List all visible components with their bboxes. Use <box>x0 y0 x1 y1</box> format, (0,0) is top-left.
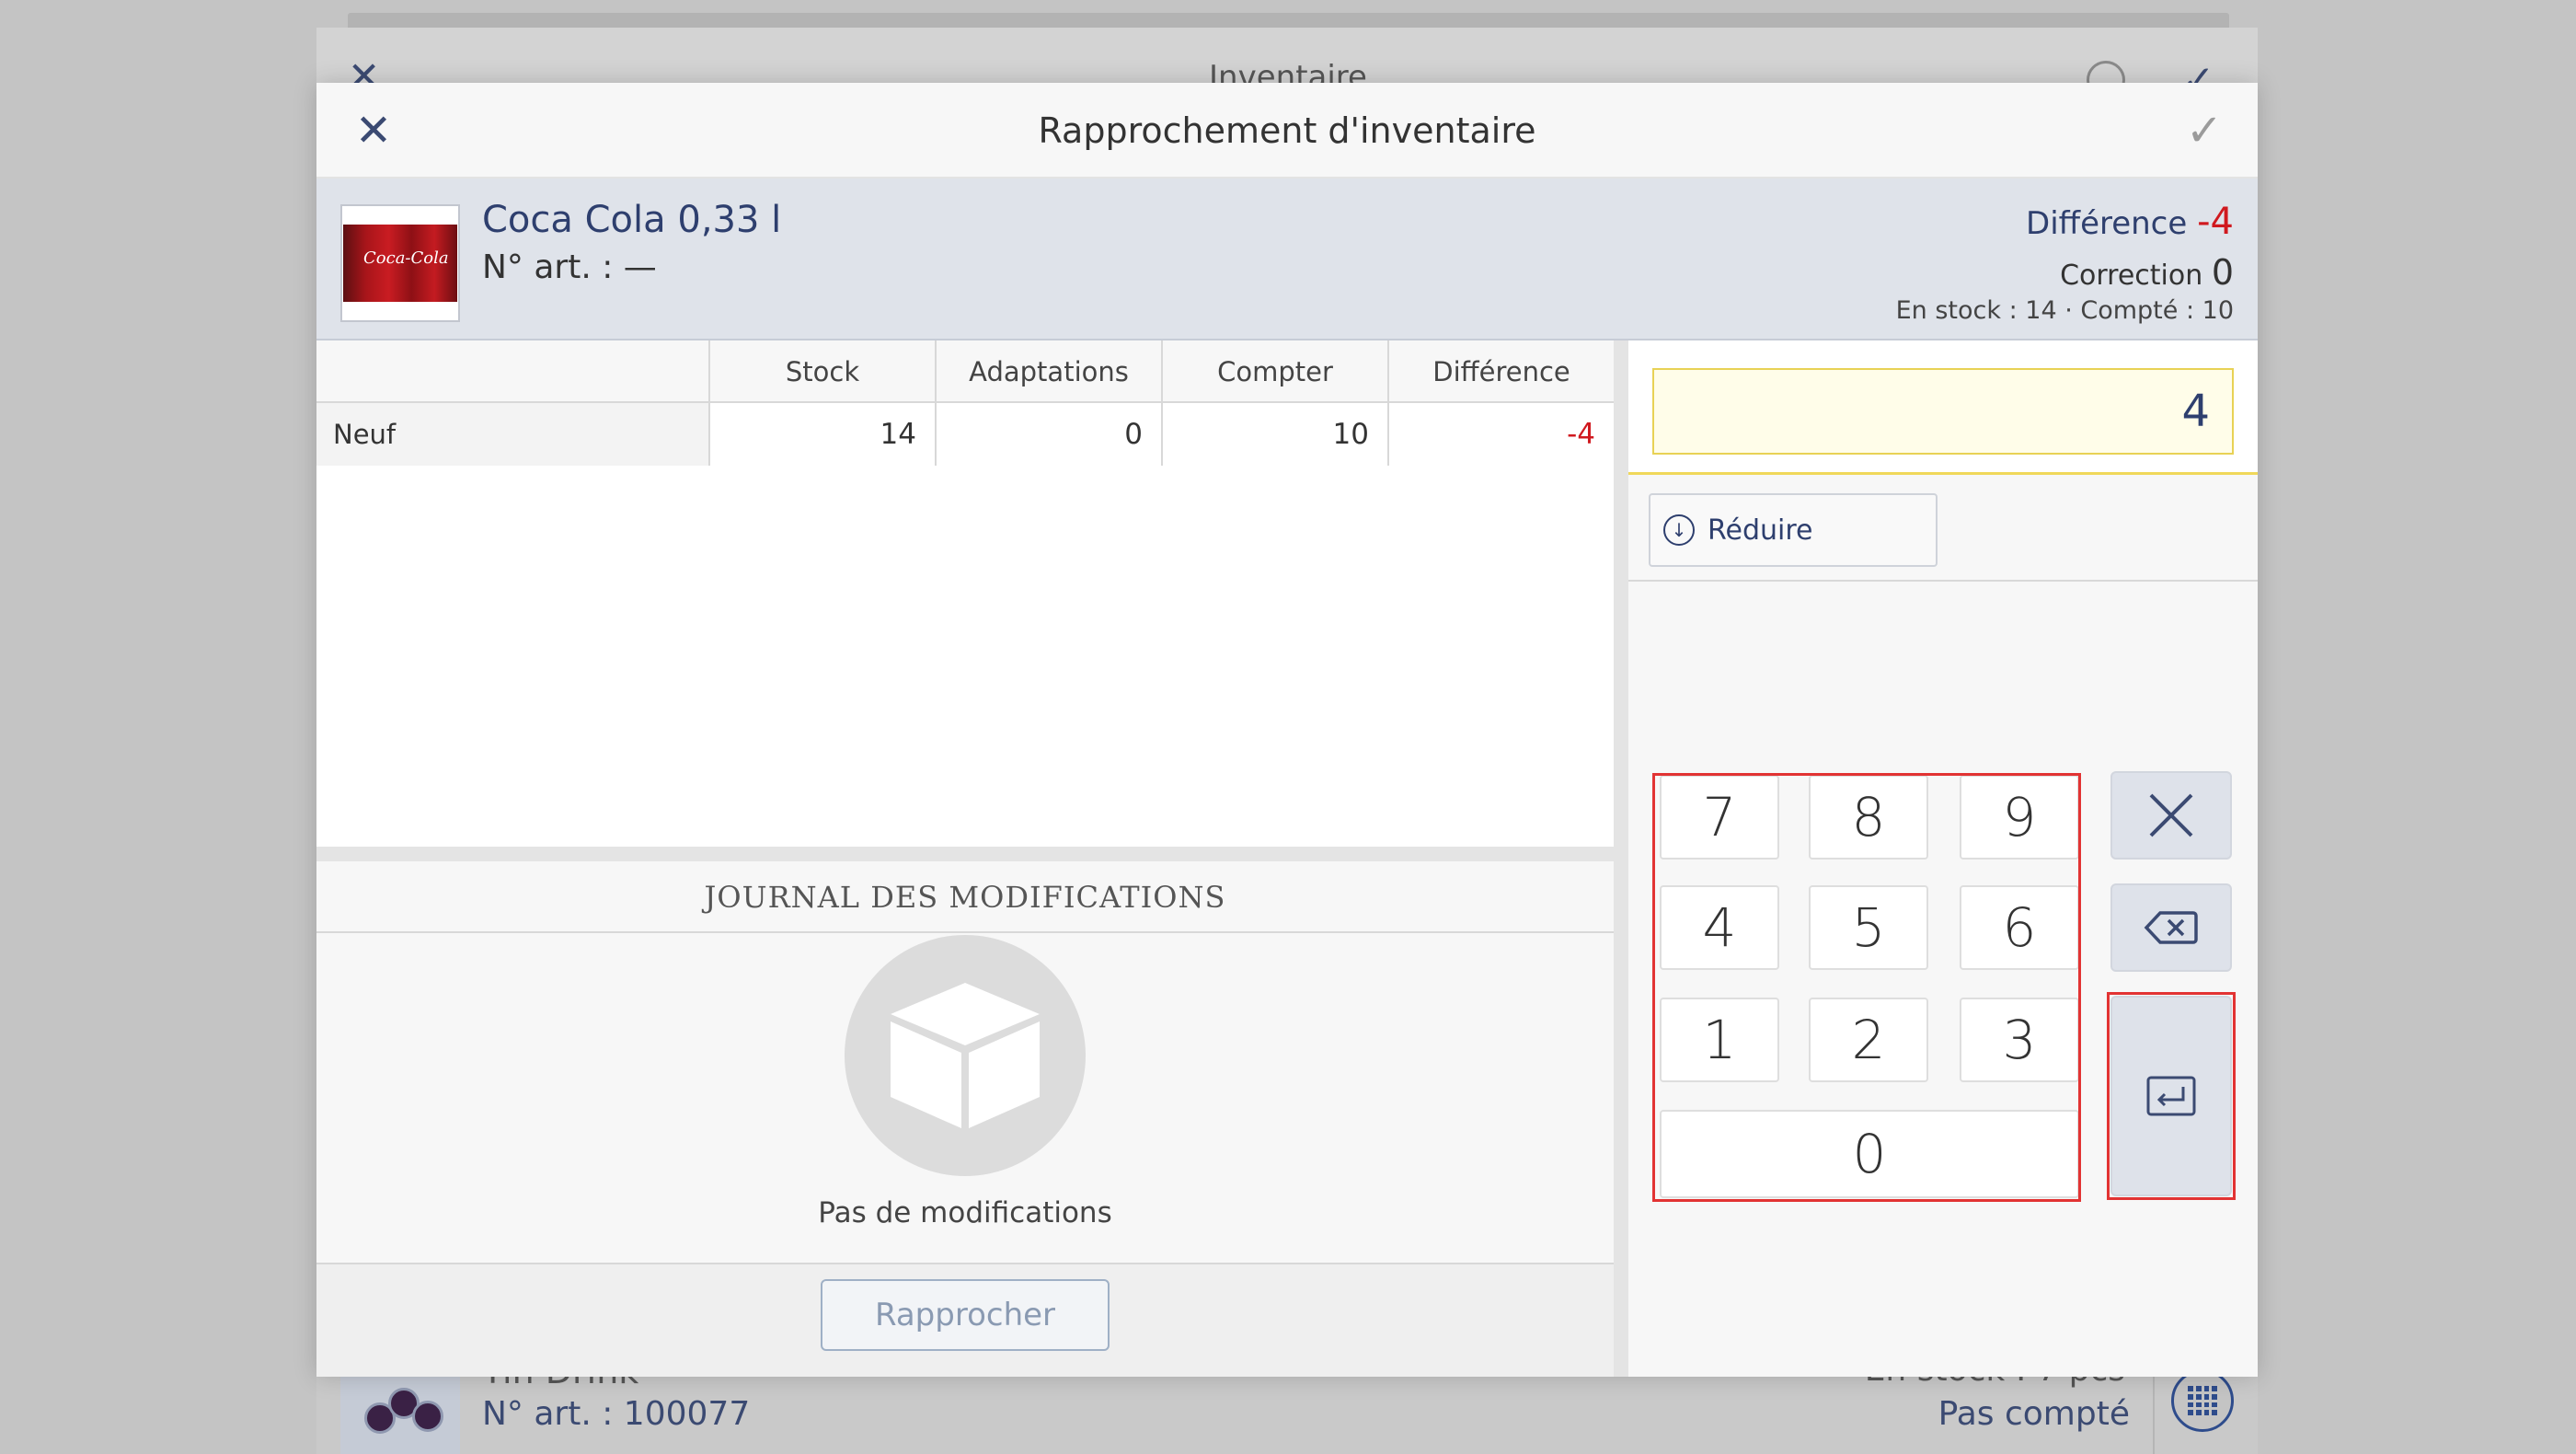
modal-title: Rapprochement d'inventaire <box>1038 110 1536 151</box>
close-icon[interactable]: ✕ <box>348 105 399 156</box>
reconcile-button[interactable]: Rapprocher <box>821 1279 1110 1351</box>
modal-header: ✕ Rapprochement d'inventaire ✓ <box>316 83 2258 179</box>
change-log: JOURNAL DES MODIFICATIONS Pas de modific… <box>316 861 1614 1263</box>
column-header-difference: Différence <box>1387 340 1614 403</box>
correction-value: 0 <box>2211 252 2234 293</box>
cell-stock: 14 <box>708 403 935 466</box>
column-header-compter: Compter <box>1161 340 1387 403</box>
row-label: Neuf <box>316 403 708 466</box>
correction-label: Correction <box>2060 260 2203 292</box>
quantity-input-area <box>1628 340 2258 475</box>
panel-divider <box>1614 340 1628 1377</box>
stock-table: Stock Adaptations Compter Différence Neu… <box>316 340 1614 847</box>
background-row-status: Pas compté <box>1938 1395 2130 1433</box>
cell-compter: 10 <box>1161 403 1387 466</box>
mode-bar: ↓ Réduire <box>1628 475 2258 582</box>
footer-bar: Rapprocher <box>316 1263 1614 1377</box>
keypad-highlight <box>1652 773 2081 1202</box>
background-product-thumbnail <box>340 1371 460 1454</box>
arrow-down-circle-icon: ↓ <box>1663 514 1695 546</box>
column-header-stock: Stock <box>708 340 935 403</box>
difference-value: -4 <box>2197 201 2234 243</box>
table-header: Stock Adaptations Compter Différence <box>316 340 1614 403</box>
enter-highlight <box>2107 992 2236 1200</box>
correction-summary: Correction 0 <box>2060 252 2234 293</box>
backspace-icon[interactable] <box>2110 883 2232 972</box>
cell-adaptations: 0 <box>935 403 1161 466</box>
keypad-grid-icon <box>2171 1369 2234 1432</box>
checkmark-icon[interactable]: ✓ <box>2177 105 2232 156</box>
background-divider <box>2153 1371 2155 1454</box>
table-row[interactable]: Neuf 14 0 10 -4 <box>316 403 1614 466</box>
reduce-button[interactable]: ↓ Réduire <box>1649 493 1938 567</box>
reduce-label: Réduire <box>1708 514 1813 547</box>
clear-x-icon[interactable] <box>2110 771 2232 860</box>
background-row-article: N° art. : 100077 <box>482 1395 751 1433</box>
left-panel: Stock Adaptations Compter Différence Neu… <box>316 340 1614 1377</box>
empty-log-text: Pas de modifications <box>818 1196 1112 1229</box>
difference-label: Différence <box>2026 205 2188 242</box>
column-header-adaptations: Adaptations <box>935 340 1161 403</box>
product-article-number: N° art. : — <box>482 248 657 286</box>
product-summary: Coca‑Cola Coca Cola 0,33 l N° art. : — D… <box>316 179 2258 340</box>
section-separator <box>316 847 1614 861</box>
quantity-input[interactable] <box>1652 368 2234 455</box>
cell-difference: -4 <box>1387 403 1614 466</box>
change-log-title: JOURNAL DES MODIFICATIONS <box>316 861 1614 933</box>
stock-summary: En stock : 14 · Compté : 10 <box>1895 296 2234 325</box>
box-icon <box>845 935 1086 1176</box>
product-image: Coca‑Cola <box>340 204 460 322</box>
product-name: Coca Cola 0,33 l <box>482 199 782 241</box>
difference-summary: Différence -4 <box>2026 201 2234 243</box>
